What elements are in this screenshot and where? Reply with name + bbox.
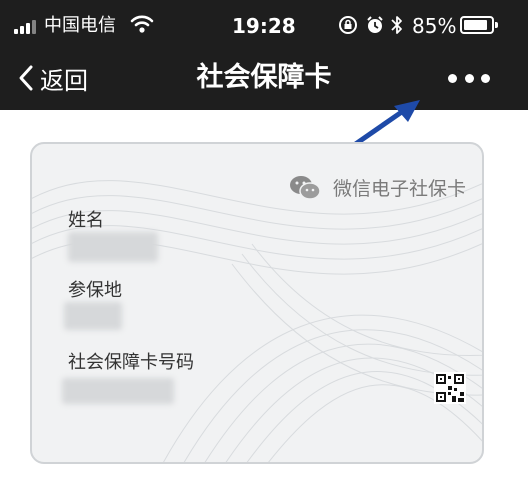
back-label: 返回 — [40, 66, 88, 95]
carrier-name: 中国电信 — [44, 15, 116, 36]
field-label-location: 参保地 — [68, 280, 122, 301]
redacted-card-number — [62, 378, 174, 404]
bluetooth-icon — [391, 16, 402, 34]
battery-percent: 85% — [412, 14, 457, 38]
chevron-left-icon — [19, 65, 33, 91]
field-label-name: 姓名 — [68, 210, 104, 231]
more-icon — [448, 73, 457, 83]
back-button[interactable]: 返回 — [18, 58, 88, 98]
battery-icon — [460, 16, 498, 34]
top-bar: 中国电信 19:28 85% 返回 社会保障卡 — [0, 0, 528, 110]
rotation-lock-icon — [339, 16, 357, 34]
signal-icon — [14, 20, 36, 34]
redacted-name — [68, 232, 158, 262]
redacted-location — [64, 302, 122, 330]
more-button[interactable] — [448, 66, 490, 90]
card-brand-label: 微信电子社保卡 — [332, 178, 466, 200]
field-label-card-number: 社会保障卡号码 — [68, 352, 194, 373]
alarm-icon — [367, 16, 383, 33]
status-time: 19:28 — [232, 14, 296, 38]
social-security-card[interactable]: 微信电子社保卡 姓名 参保地 社会保障卡号码 — [30, 142, 484, 464]
wechat-icon — [289, 175, 321, 200]
qr-code-icon[interactable] — [434, 372, 466, 404]
status-bar: 中国电信 19:28 85% — [0, 0, 528, 50]
wifi-icon — [130, 15, 154, 33]
card-brand: 微信电子社保卡 — [289, 174, 466, 201]
